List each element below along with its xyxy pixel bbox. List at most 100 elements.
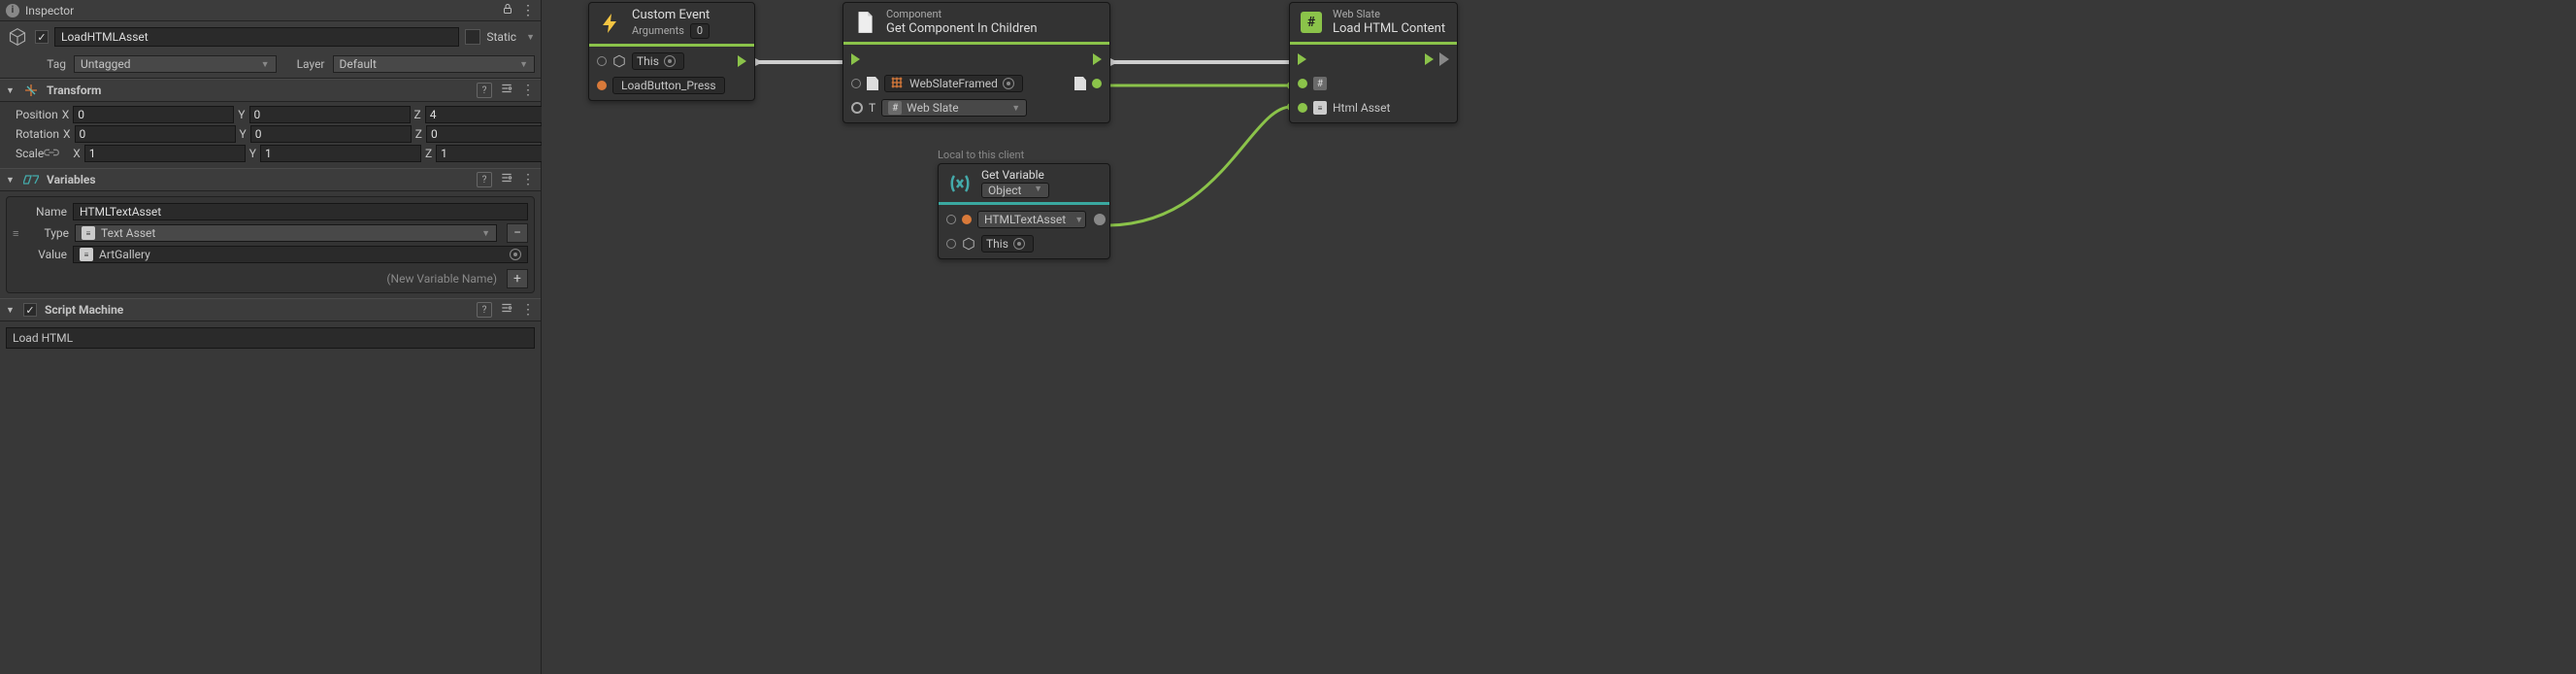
gameobject-icon — [6, 25, 29, 49]
rotation-x-field[interactable] — [75, 125, 236, 143]
variables-header[interactable]: ▼ Variables ? ⋮ — [0, 168, 541, 191]
type-dropdown[interactable]: #Web Slate ▼ — [881, 99, 1027, 117]
arguments-count[interactable]: 0 — [690, 23, 710, 39]
type-input-port[interactable] — [851, 102, 863, 114]
string-input-port[interactable] — [597, 81, 607, 90]
script-machine-enabled-checkbox[interactable] — [23, 303, 37, 317]
input-port[interactable] — [597, 56, 607, 66]
position-y-field[interactable] — [249, 106, 411, 123]
node-subtitle: Web Slate — [1333, 8, 1445, 21]
gameobject-row: Static ▼ — [0, 21, 541, 52]
node-get-variable[interactable]: Get Variable Object▼ HTMLTextAsset▼ This — [938, 163, 1110, 259]
tag-layer-row: Tag Untagged▼ Layer Default▼ — [0, 52, 541, 79]
target-input-port[interactable] — [1298, 79, 1307, 88]
object-picker-icon[interactable] — [1003, 78, 1014, 89]
static-dropdown-icon[interactable]: ▼ — [526, 32, 535, 43]
document-icon — [851, 9, 878, 36]
mesh-icon — [889, 75, 905, 93]
target-input-port[interactable] — [946, 239, 956, 249]
web-slate-icon: # — [1298, 9, 1325, 36]
transform-icon — [23, 83, 39, 98]
graph-name-field[interactable]: Load HTML — [6, 327, 535, 349]
position-x-field[interactable] — [73, 106, 234, 123]
var-name-field[interactable] — [73, 203, 528, 220]
position-label: Position — [16, 108, 58, 121]
flow-output-port[interactable] — [1093, 53, 1102, 65]
transform-title: Transform — [47, 84, 469, 97]
kebab-icon[interactable]: ⋮ — [521, 83, 535, 98]
help-icon[interactable]: ? — [477, 302, 492, 318]
layer-dropdown[interactable]: Default▼ — [333, 55, 536, 73]
data-output-port[interactable] — [1092, 79, 1102, 88]
node-title: Get Component In Children — [886, 21, 1038, 37]
gameobject-icon — [612, 54, 626, 68]
target-input-port[interactable] — [851, 79, 861, 88]
flow-output-port[interactable] — [1425, 53, 1434, 65]
var-value-field[interactable]: ≡ArtGallery — [73, 246, 528, 263]
variables-title: Variables — [47, 173, 469, 186]
transform-header[interactable]: ▼ Transform ? ⋮ — [0, 79, 541, 102]
kebab-icon[interactable]: ⋮ — [521, 172, 535, 187]
tag-dropdown[interactable]: Untagged▼ — [74, 55, 277, 73]
rotation-y-field[interactable] — [250, 125, 412, 143]
help-icon[interactable]: ? — [477, 83, 492, 98]
script-machine-title: Script Machine — [45, 303, 469, 317]
scale-x-field[interactable] — [84, 145, 246, 162]
variable-kind-dropdown[interactable]: Object▼ — [981, 183, 1049, 198]
local-client-hint: Local to this client — [938, 149, 1024, 161]
chevron-down-icon[interactable]: ▼ — [6, 175, 16, 185]
bolt-icon — [597, 10, 624, 37]
gameobject-name-field[interactable] — [54, 27, 459, 47]
drag-handle-icon[interactable]: ≡ — [13, 227, 22, 240]
inspector-title: Inspector — [25, 4, 74, 17]
object-picker-icon[interactable] — [1013, 238, 1025, 250]
name-input-port[interactable] — [946, 215, 956, 224]
node-custom-event[interactable]: Custom Event Arguments 0 This — [588, 2, 755, 101]
event-name-field[interactable]: LoadButton_Press — [612, 77, 725, 94]
preset-icon[interactable] — [500, 171, 513, 188]
help-icon[interactable]: ? — [477, 172, 492, 187]
scale-y-field[interactable] — [260, 145, 421, 162]
node-title: Custom Event — [632, 8, 710, 23]
flow-input-port[interactable] — [1298, 53, 1306, 65]
new-var-placeholder: (New Variable Name) — [386, 272, 497, 286]
chevron-down-icon[interactable]: ▼ — [6, 305, 16, 316]
remove-variable-button[interactable]: − — [507, 223, 528, 243]
script-graph-canvas[interactable]: Custom Event Arguments 0 This — [542, 0, 2576, 674]
data-output-port[interactable] — [1094, 214, 1106, 225]
hash-icon: # — [888, 101, 902, 115]
htmlasset-input-port[interactable] — [1298, 103, 1307, 113]
tag-label: Tag — [39, 57, 66, 71]
script-machine-header[interactable]: ▼ Script Machine ? ⋮ — [0, 298, 541, 321]
flow-input-port[interactable] — [851, 53, 860, 65]
inspector-header: i Inspector ⋮ — [0, 0, 541, 21]
node-get-component[interactable]: Component Get Component In Children WebS… — [842, 2, 1110, 123]
flow-output-port[interactable] — [738, 55, 746, 67]
tag-value: Untagged — [81, 57, 130, 71]
chevron-down-icon[interactable]: ▼ — [6, 85, 16, 96]
node-load-html[interactable]: # Web Slate Load HTML Content # ≡ Html A… — [1289, 2, 1458, 123]
kebab-icon[interactable]: ⋮ — [521, 3, 535, 18]
preset-icon[interactable] — [500, 301, 513, 319]
type-label: T — [869, 101, 875, 115]
scale-link-icon[interactable] — [44, 147, 59, 161]
add-variable-button[interactable]: + — [507, 269, 528, 288]
object-picker-icon[interactable] — [664, 55, 676, 67]
target-field[interactable]: This — [981, 235, 1034, 253]
kebab-icon[interactable]: ⋮ — [521, 302, 535, 318]
object-picker-icon[interactable] — [510, 249, 521, 260]
rotation-label: Rotation — [16, 127, 59, 141]
var-type-label: Type — [28, 226, 69, 240]
static-checkbox[interactable] — [465, 29, 480, 45]
scale-label: Scale — [16, 147, 44, 160]
preset-icon[interactable] — [500, 82, 513, 99]
target-field[interactable]: This — [632, 52, 684, 70]
node-title: Load HTML Content — [1333, 21, 1445, 37]
variable-name-dropdown[interactable]: HTMLTextAsset▼ — [977, 211, 1086, 228]
variables-icon — [23, 172, 39, 187]
var-type-dropdown[interactable]: ≡Text Asset ▼ — [75, 224, 497, 242]
gameobject-enabled-checkbox[interactable] — [35, 30, 49, 44]
gameobject-icon — [962, 237, 975, 251]
target-field[interactable]: WebSlateFramed — [884, 75, 1023, 92]
lock-icon[interactable] — [502, 3, 513, 18]
